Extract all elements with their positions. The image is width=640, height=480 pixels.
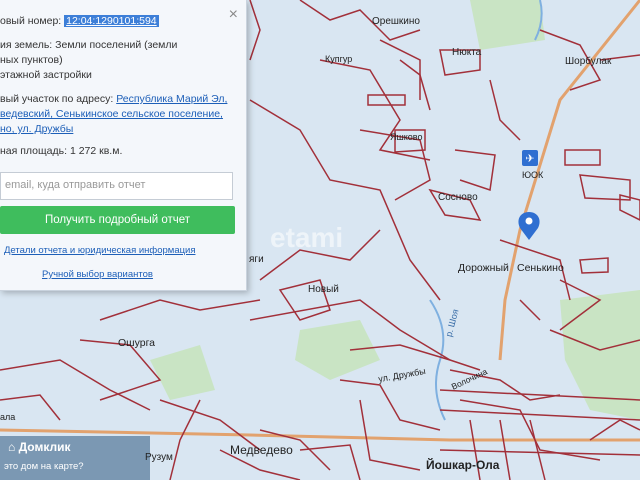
get-report-button[interactable]: Получить подробный отчет bbox=[0, 206, 235, 234]
label-dorozhny: Дорожный bbox=[458, 262, 509, 274]
cadastral-number-row: овый номер: 12:04:1290101:594 bbox=[0, 14, 234, 29]
address-line-2[interactable]: ведевский, Сенькинское сельское поселени… bbox=[0, 107, 234, 122]
label-senkino: Сенькино bbox=[517, 262, 564, 274]
area-value: 1 272 кв.м. bbox=[69, 145, 123, 157]
parcel-info-panel: × овый номер: 12:04:1290101:594 ия земел… bbox=[0, 0, 247, 291]
brand-name: Домклик bbox=[18, 440, 71, 454]
land-category-value: Земли поселений (земли bbox=[55, 39, 178, 51]
label-yagi: яги bbox=[249, 254, 264, 265]
label-kuptur: Купгур bbox=[325, 54, 353, 64]
cadastral-number-label: овый номер: bbox=[0, 15, 62, 27]
email-input[interactable]: email, куда отправить отчет bbox=[0, 172, 233, 200]
land-category-row: ия земель: Земли поселений (земли bbox=[0, 38, 234, 53]
report-details-link[interactable]: Детали отчета и юридическая информация bbox=[4, 245, 196, 256]
address-label: вый участок по адресу: bbox=[0, 93, 114, 105]
manual-selection-link[interactable]: Ручной выбор вариантов bbox=[42, 269, 153, 280]
cadastral-number-link[interactable]: 12:04:1290101:594 bbox=[64, 15, 159, 27]
brand-logo: ⌂ Домклик bbox=[8, 440, 71, 454]
address-link[interactable]: Республика Марий Эл, bbox=[116, 93, 227, 105]
label-medvedevo: Медведево bbox=[230, 443, 293, 457]
svg-text:✈: ✈ bbox=[525, 152, 534, 165]
label-yok: ЮОК bbox=[522, 170, 544, 180]
land-category-label: ия земель: bbox=[0, 39, 53, 51]
label-oreshkino: Орешкино bbox=[372, 16, 420, 27]
watermark: etami bbox=[270, 222, 344, 253]
label-sosnovo: Сосново bbox=[438, 192, 478, 203]
label-novy: Новый bbox=[308, 284, 339, 295]
brand-question[interactable]: это дом на карте? bbox=[4, 461, 84, 472]
label-nyukta: Нюкта bbox=[452, 47, 482, 58]
label-shorbulak: Шорбулак bbox=[565, 56, 612, 67]
label-oshurga: Ошурга bbox=[118, 337, 156, 349]
airport-icon: ✈ bbox=[522, 150, 538, 166]
area-row: ная площадь: 1 272 кв.м. bbox=[0, 144, 234, 159]
label-yashkovo: Яшково bbox=[390, 132, 423, 142]
label-ala: ала bbox=[0, 412, 16, 422]
address-line-3[interactable]: но, ул. Дружбы bbox=[0, 122, 234, 137]
home-icon: ⌂ bbox=[8, 440, 16, 454]
label-ruzum: Рузум bbox=[145, 452, 173, 463]
area-label: ная площадь: bbox=[0, 145, 68, 157]
label-yoshkar-ola: Йошкар-Ола bbox=[426, 458, 500, 472]
land-category-line-2: ных пунктов) bbox=[0, 54, 63, 66]
land-category-line-3: этажной застройки bbox=[0, 69, 92, 81]
address-row: вый участок по адресу: Республика Марий … bbox=[0, 92, 234, 107]
